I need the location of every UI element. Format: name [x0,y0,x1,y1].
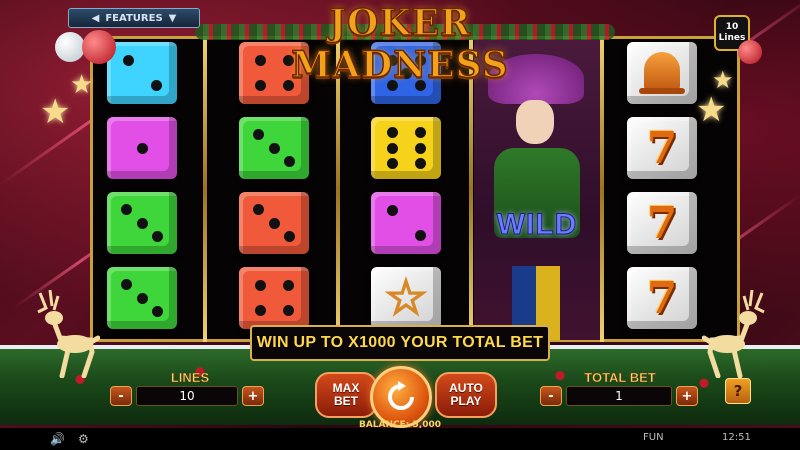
dice-green-3-icon [239,117,309,179]
total-bet-decrease-button[interactable]: - [540,386,562,406]
lines-increase-button[interactable]: + [242,386,264,406]
features-button[interactable]: ◀ FEATURES ▼ [68,8,200,28]
star-decoration-icon: ★ [696,90,727,130]
features-left-arrow-icon: ◀ [91,12,100,24]
reel-symbol: 7 [624,115,700,181]
help-button[interactable]: ? [725,378,751,404]
auto-play-button[interactable]: AUTO PLAY [435,372,497,418]
dice-yellow-6-icon [371,117,441,179]
settings-icon[interactable]: ⚙ [78,432,89,446]
spin-arrow-icon [388,381,414,410]
reel-symbol [104,190,180,256]
wild-label: WILD [496,208,578,242]
features-right-arrow-icon: ▼ [168,12,177,24]
mode-label: FUN [643,432,664,443]
game-title: JOKER MADNESS [290,1,509,87]
balance-display: BALANCE: 5,000 [358,420,441,428]
reel-symbol [104,265,180,331]
reel-symbol [236,115,312,181]
game-stage: ☆ 7 7 7 WILD JOKER MADNESS ◀ FEATURES ▼ 10 … [0,0,800,428]
reel-symbol [104,115,180,181]
ornament-icon [55,32,85,62]
seven-symbol-icon: 7 [627,267,697,329]
dice-red-3-icon [239,192,309,254]
total-bet-increase-button[interactable]: + [676,386,698,406]
spin-button[interactable] [370,366,432,428]
sound-icon[interactable]: 🔊 [50,432,65,446]
reel-symbol: ☆ [368,265,444,331]
star-decoration-icon: ★ [70,70,94,100]
star-symbol-icon: ☆ [371,267,441,329]
reel-symbol [236,265,312,331]
reel-symbol [368,190,444,256]
reel-symbol: 7 [624,190,700,256]
clock: 12:51 [722,432,751,443]
dice-magenta-1-icon [107,117,177,179]
star-decoration-icon: ★ [40,92,71,132]
dice-red-4-icon [239,267,309,329]
total-bet-label: TOTAL BET [584,370,656,385]
lines-value: 10 [136,386,238,406]
seven-symbol-icon: 7 [627,117,697,179]
lines-decrease-button[interactable]: - [110,386,132,406]
reel-symbol [368,115,444,181]
ornament-icon [82,30,116,64]
reel-symbol [236,190,312,256]
bell-symbol-icon [627,42,697,104]
dice-magenta-2-icon [371,192,441,254]
reel-symbol [624,40,700,106]
features-label: FEATURES [105,12,163,24]
dice-cyan-2-icon [107,42,177,104]
ornament-icon [738,40,762,64]
lines-label: LINES [170,370,210,385]
reindeer-left-icon [37,289,100,378]
max-bet-button[interactable]: MAX BET [315,372,377,418]
reel-symbol: 7 [624,265,700,331]
win-banner: WIN UP TO X1000 YOUR TOTAL BET [250,325,550,361]
dice-green-3-icon [107,192,177,254]
dice-green-3-icon [107,267,177,329]
status-bar: 🔊 ⚙ FUN 12:51 [0,428,800,450]
seven-symbol-icon: 7 [627,192,697,254]
star-decoration-icon: ★ [712,66,734,94]
reindeer-right-icon [702,289,765,378]
lines-badge-value: 10 [725,22,739,32]
total-bet-value: 1 [566,386,672,406]
